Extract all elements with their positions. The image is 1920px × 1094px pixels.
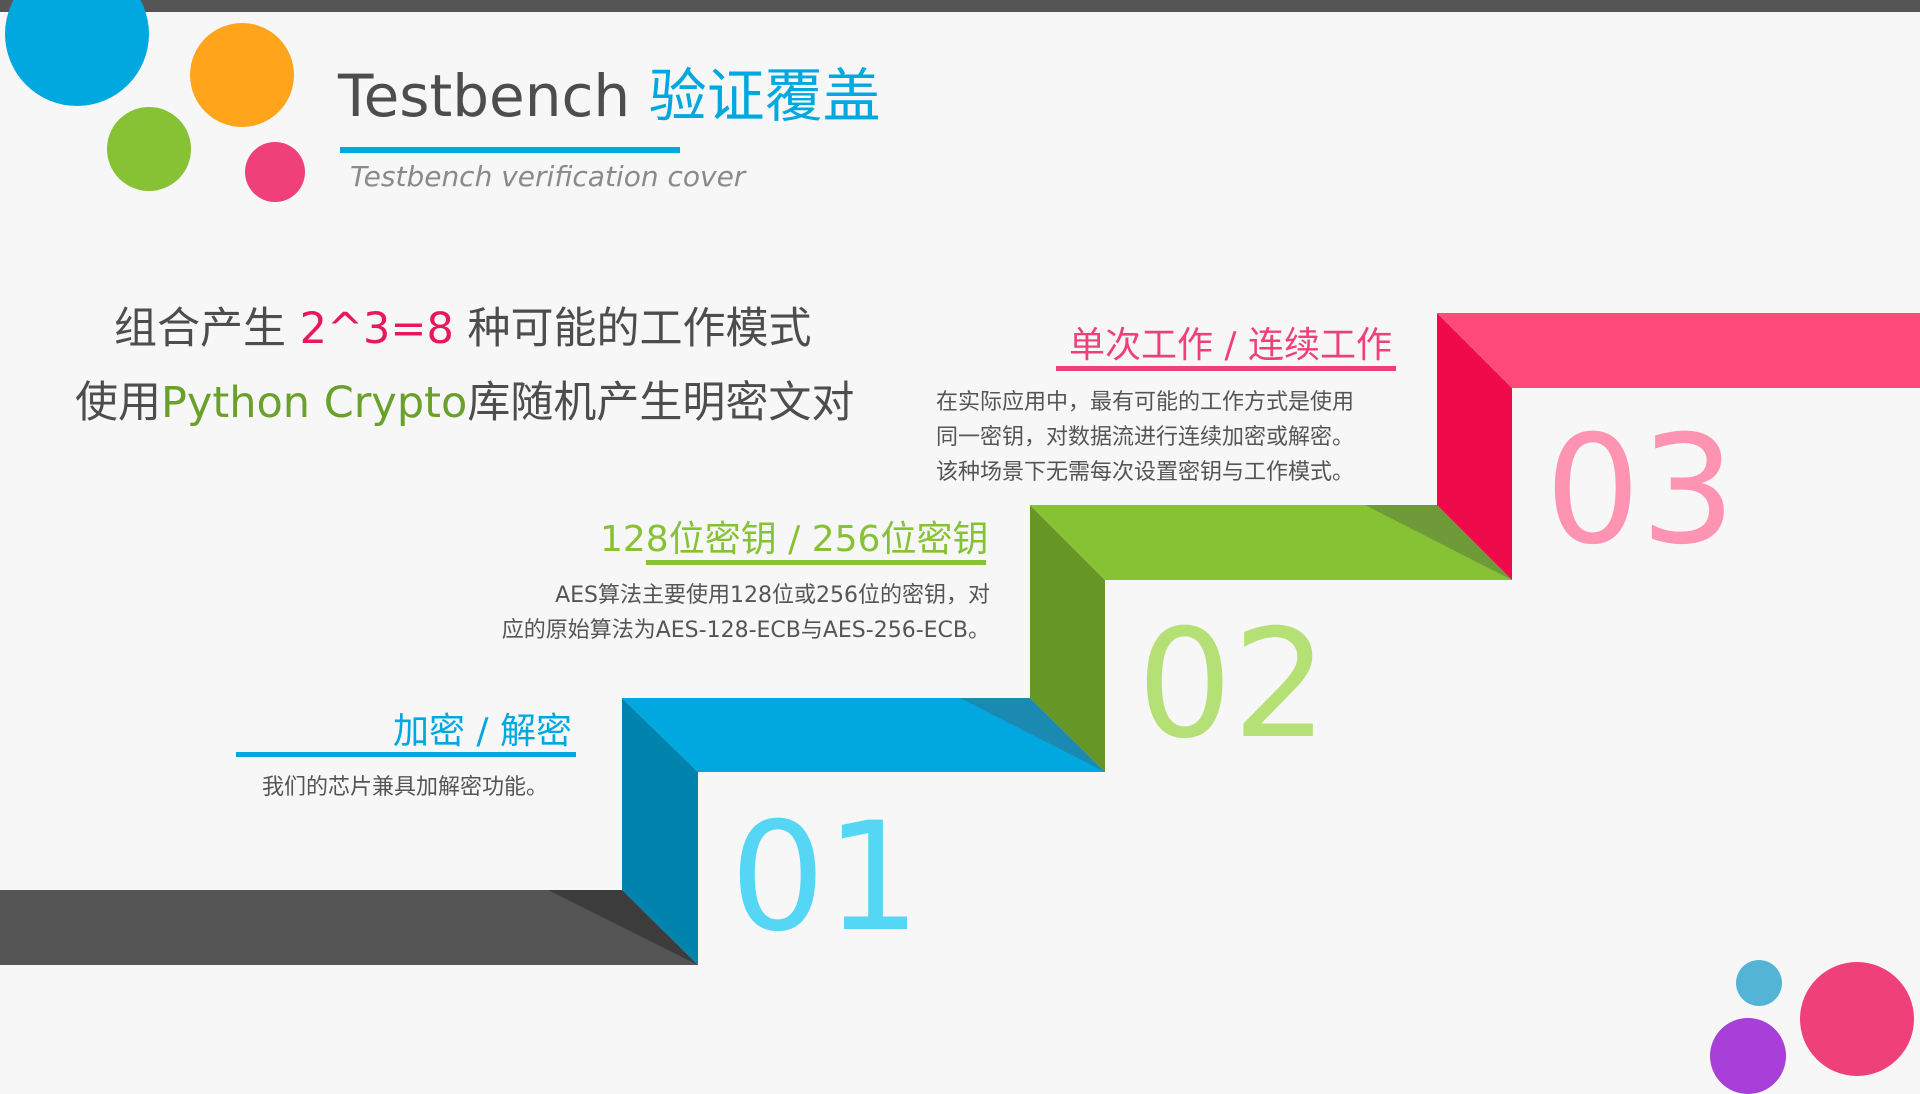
step-3-description-line-3: 该种场景下无需每次设置密钥与工作模式。 (936, 460, 1355, 485)
step-3-tread (1437, 313, 1920, 388)
step-3-description-line-2: 同一密钥，对数据流进行连续加密或解密。 (936, 425, 1355, 450)
step-3-heading: 单次工作 / 连续工作 (1068, 325, 1392, 366)
step-2-underline (646, 560, 986, 565)
step-number-01: 01 (730, 791, 921, 965)
step-2-heading: 128位密钥 / 256位密钥 (600, 519, 989, 560)
step-number-03: 03 (1545, 404, 1736, 578)
step-2-description: AES算法主要使用128位或256位的密钥，对 应的原始算法为AES-128-E… (470, 578, 990, 648)
step-3-underline (1056, 366, 1396, 371)
step-3-description-line-1: 在实际应用中，最有可能的工作方式是使用 (936, 390, 1355, 415)
step-2-description-line-2: 应的原始算法为AES-128-ECB与AES-256-ECB。 (501, 618, 990, 643)
step-1-heading: 加密 / 解密 (392, 711, 572, 752)
step-1-description: 我们的芯片兼具加解密功能。 (262, 775, 549, 800)
step-1-underline (236, 752, 576, 757)
step-2-description-line-1: AES算法主要使用128位或256位的密钥，对 (555, 583, 990, 608)
step-3-description: 在实际应用中，最有可能的工作方式是使用 同一密钥，对数据流进行连续加密或解密。 … (936, 385, 1354, 490)
step-number-02: 02 (1137, 598, 1328, 772)
